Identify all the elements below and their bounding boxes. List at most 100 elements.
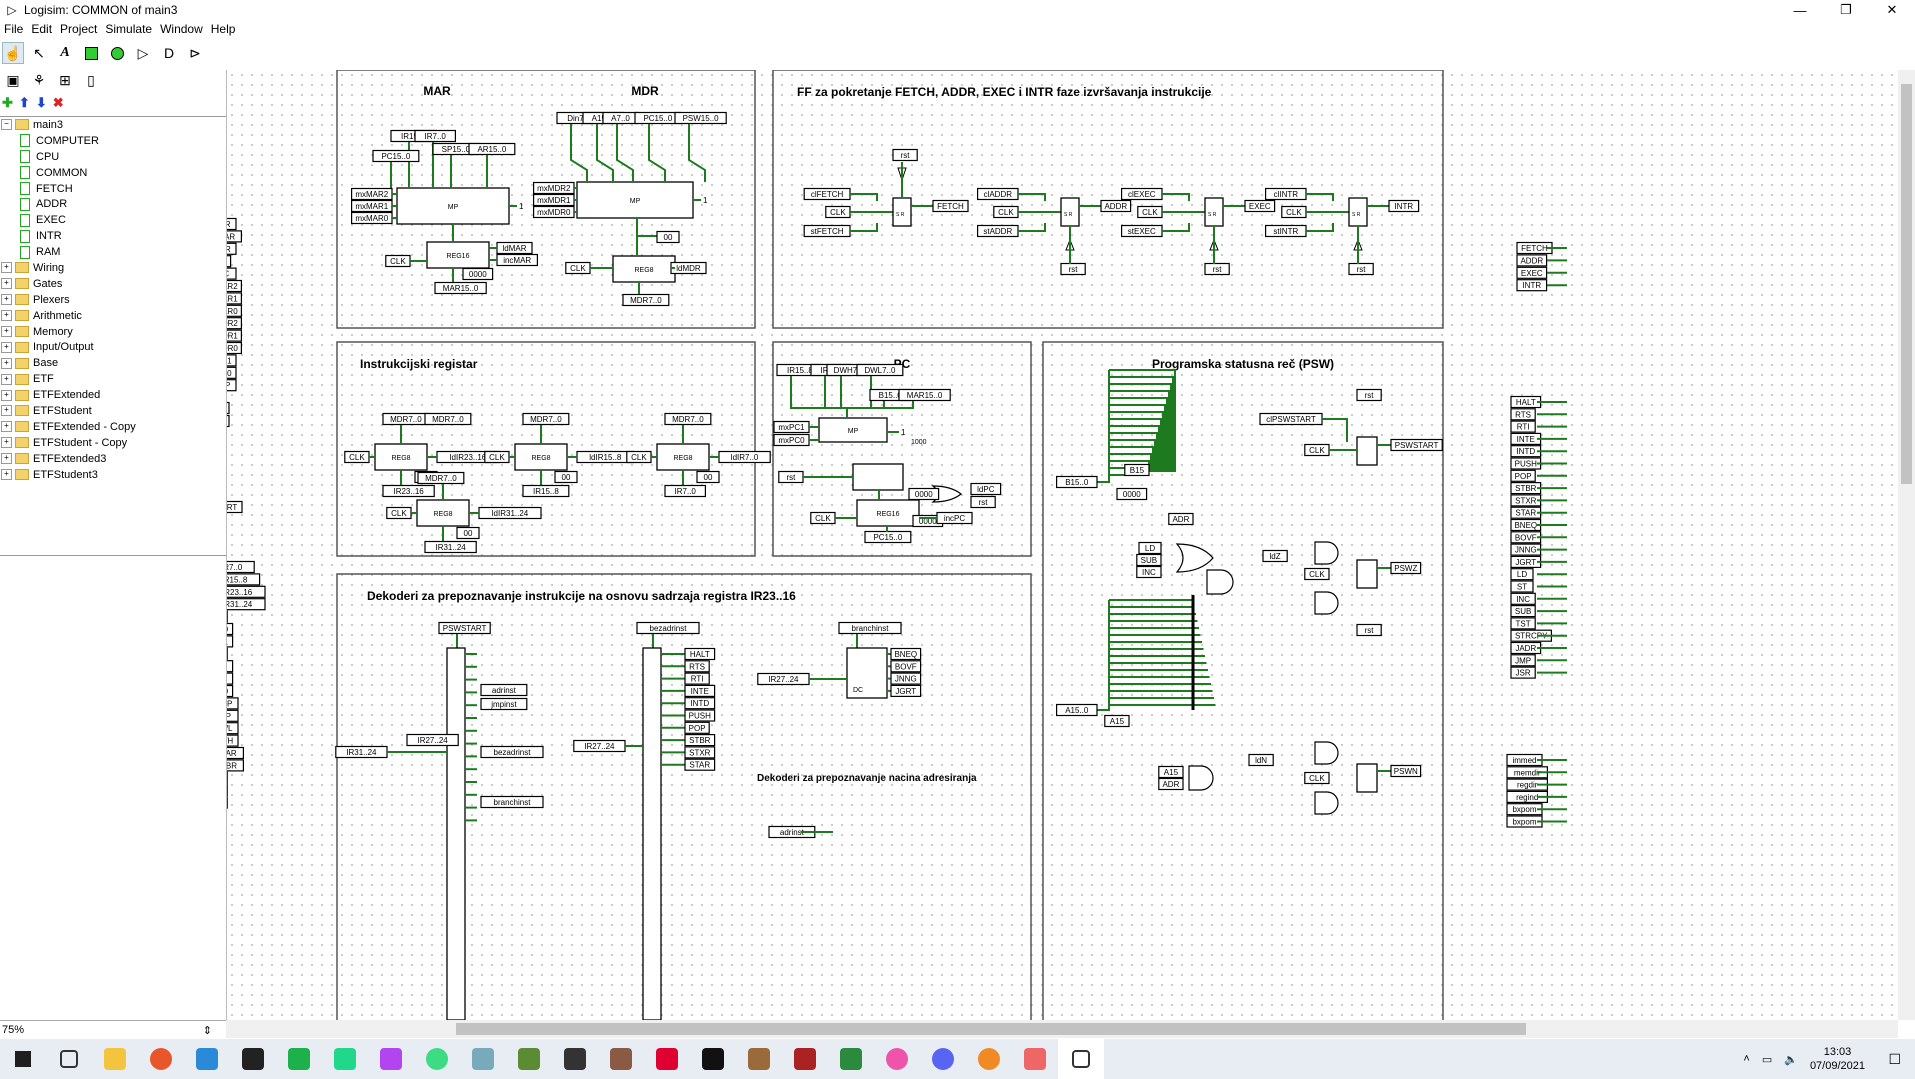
decoder-2[interactable] [642, 647, 662, 1020]
tunnel-label: stEXEC [1128, 227, 1156, 236]
chevron-up-icon[interactable]: ˄ [1743, 1053, 1749, 1065]
toolbox-view-icon[interactable]: ▣ [2, 69, 24, 91]
menu-help[interactable]: Help [207, 22, 240, 36]
menu-window[interactable]: Window [156, 22, 207, 36]
archive-icon[interactable] [598, 1039, 644, 1079]
add-circuit-icon[interactable]: ✚ [2, 95, 13, 111]
menu-simulate[interactable]: Simulate [101, 22, 156, 36]
phpstorm-icon[interactable] [368, 1039, 414, 1079]
maximize-button[interactable]: ❐ [1823, 0, 1869, 20]
slack-icon[interactable] [874, 1039, 920, 1079]
tree-circuit-fetch[interactable]: FETCH [0, 181, 226, 197]
minecraft-icon[interactable] [506, 1039, 552, 1079]
horizontal-scrollbar[interactable] [226, 1020, 1898, 1038]
logisim-app-icon: ▷ [7, 3, 17, 17]
tree-library[interactable]: + Base [0, 355, 226, 371]
tree-library[interactable]: + ETFStudent [0, 403, 226, 419]
logisim-task-icon[interactable] [1058, 1039, 1104, 1079]
decoder-1[interactable] [446, 647, 466, 1020]
menu-project[interactable]: Project [56, 22, 101, 36]
clock[interactable]: 13:03 07/09/2021 [1810, 1045, 1865, 1073]
mw-icon[interactable] [690, 1039, 736, 1079]
clion-icon[interactable] [276, 1039, 322, 1079]
tunnel-label: ST [1517, 583, 1527, 592]
tree-library[interactable]: + ETFStudent - Copy [0, 435, 226, 451]
game-icon-1[interactable] [736, 1039, 782, 1079]
volume-icon[interactable]: 🔈 [1784, 1053, 1798, 1066]
office-icon[interactable] [966, 1039, 1012, 1079]
pycharm-icon[interactable] [322, 1039, 368, 1079]
game-icon-2[interactable] [782, 1039, 828, 1079]
tree-library[interactable]: + Memory [0, 324, 226, 340]
delete-circuit-icon[interactable]: ✖ [53, 95, 64, 111]
select-tool-icon[interactable]: ↖ [28, 42, 50, 64]
close-button[interactable]: ✕ [1869, 0, 1915, 20]
file-explorer-icon[interactable] [92, 1039, 138, 1079]
tree-library[interactable]: + ETFExtended - Copy [0, 419, 226, 435]
tree-library[interactable]: + Wiring [0, 260, 226, 276]
output-pin-icon[interactable] [106, 42, 128, 64]
tunnel-label: LD [1145, 544, 1155, 553]
vim-icon[interactable] [828, 1039, 874, 1079]
tree-library[interactable]: + ETFStudent3 [0, 467, 226, 483]
move-down-icon[interactable]: ⬇ [36, 95, 47, 111]
network-icon[interactable]: ▭ [1762, 1053, 1772, 1066]
tree-library[interactable]: + Input/Output [0, 339, 226, 355]
psw-n-ff[interactable] [1356, 763, 1378, 793]
tunnel-label: CLK [489, 453, 505, 462]
zoom-control[interactable]: 75% ⇕ [0, 1020, 228, 1039]
tree-library[interactable]: + ETFExtended [0, 387, 226, 403]
angular-icon[interactable] [644, 1039, 690, 1079]
tree-circuit-exec[interactable]: EXEC [0, 212, 226, 228]
task-view-icon[interactable] [46, 1039, 92, 1079]
colors-icon[interactable] [1012, 1039, 1058, 1079]
psw-start-ff[interactable] [1356, 436, 1378, 466]
vscode-icon[interactable] [184, 1039, 230, 1079]
tree-circuit-computer[interactable]: COMPUTER [0, 133, 226, 149]
tree-library[interactable]: + Gates [0, 276, 226, 292]
tree-root[interactable]: − main3 [0, 117, 226, 133]
tunnel-label: clINTR [1274, 190, 1299, 199]
layout-view-icon[interactable]: ⊞ [54, 69, 76, 91]
poke-tool-icon[interactable]: ☝ [2, 42, 24, 64]
circuit-icon [20, 229, 30, 243]
tunnel-label: mxMDR2 [537, 184, 571, 193]
text-tool-icon[interactable]: A [54, 42, 76, 64]
tree-circuit-ram[interactable]: RAM [0, 244, 226, 260]
firefox-icon[interactable] [138, 1039, 184, 1079]
psw-z-ff[interactable] [1356, 559, 1378, 589]
android-studio-icon[interactable] [414, 1039, 460, 1079]
sim-tree-icon[interactable]: ⚘ [28, 69, 50, 91]
tool-icon[interactable] [460, 1039, 506, 1079]
menu-edit[interactable]: Edit [27, 22, 56, 36]
appearance-view-icon[interactable]: ▯ [80, 69, 102, 91]
tree-circuit-common[interactable]: COMMON [0, 165, 226, 181]
intellij-icon[interactable] [230, 1039, 276, 1079]
or-gate-icon[interactable]: ⊳ [184, 42, 206, 64]
circuit-canvas[interactable]: MAR MDR FF za pokretanje FETCH, ADDR, EXEC… [226, 70, 1899, 1020]
datagrip-icon[interactable] [552, 1039, 598, 1079]
tunnel-label: IR31..24 [435, 543, 466, 552]
tree-library[interactable]: + Plexers [0, 292, 226, 308]
tree-library[interactable]: + ETFExtended3 [0, 451, 226, 467]
menu-file[interactable]: File [0, 22, 27, 36]
discord-icon[interactable] [920, 1039, 966, 1079]
tree-circuit-cpu[interactable]: CPU [0, 149, 226, 165]
circuit-icon [20, 134, 30, 148]
tunnel-label: rst [1357, 265, 1367, 274]
tunnel-label: branchinst [494, 798, 532, 807]
pc-reg-a[interactable] [852, 463, 904, 491]
vertical-scrollbar[interactable] [1898, 70, 1915, 1020]
not-gate-icon[interactable]: ▷ [132, 42, 154, 64]
notification-icon[interactable]: ☐ [1888, 1051, 1901, 1068]
and-gate-icon[interactable]: D [158, 42, 180, 64]
move-up-icon[interactable]: ⬆ [19, 95, 30, 111]
tree-circuit-addr[interactable]: ADDR [0, 196, 226, 212]
minimize-button[interactable]: — [1777, 0, 1823, 20]
tree-circuit-intr[interactable]: INTR [0, 228, 226, 244]
tunnel-label: POP [1515, 472, 1532, 481]
tree-library[interactable]: + Arithmetic [0, 308, 226, 324]
start-icon[interactable] [0, 1039, 46, 1079]
tree-library[interactable]: + ETF [0, 371, 226, 387]
input-pin-icon[interactable] [80, 42, 102, 64]
